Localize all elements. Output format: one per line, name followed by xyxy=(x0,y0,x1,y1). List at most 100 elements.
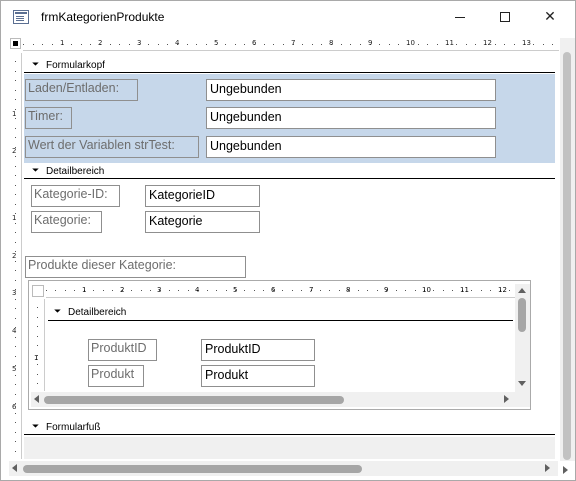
ruler-tick xyxy=(552,44,553,45)
title-bar[interactable]: frmKategorienProdukte ✕ xyxy=(1,1,575,34)
ruler-tick xyxy=(321,44,322,45)
variable-field[interactable]: Ungebunden xyxy=(206,136,496,158)
ruler-tick xyxy=(55,290,56,291)
ruler-tick xyxy=(37,383,38,384)
scroll-right-icon[interactable] xyxy=(504,395,509,403)
vertical-scroll-thumb[interactable] xyxy=(563,52,571,460)
ruler-tick xyxy=(235,44,236,45)
ruler-number: 6 xyxy=(252,39,257,47)
ruler-tick xyxy=(543,44,544,45)
close-button[interactable]: ✕ xyxy=(527,1,573,33)
ruler-tick xyxy=(466,44,467,45)
kategorie-id-field[interactable]: KategorieID xyxy=(145,185,260,207)
ruler-tick xyxy=(37,364,38,365)
maximize-button[interactable] xyxy=(482,1,528,33)
ruler-tick xyxy=(396,290,397,291)
produkt-label[interactable]: Produkt xyxy=(88,365,144,387)
produkt-field[interactable]: Produkt xyxy=(201,365,315,387)
vertical-scrollbar[interactable] xyxy=(560,38,575,461)
ruler-number: 1 xyxy=(34,354,39,362)
horizontal-scrollbar[interactable] xyxy=(9,461,558,476)
produkte-label[interactable]: Produkte dieser Kategorie: xyxy=(25,256,246,278)
ruler-tick xyxy=(65,290,66,291)
ruler-tick xyxy=(103,290,104,291)
horizontal-ruler[interactable]: 1 2 3 4 5 6 7 8 9 10 11 12 13 xyxy=(23,38,559,51)
ruler-number: 6 xyxy=(271,286,276,294)
minimize-icon xyxy=(455,16,465,18)
ruler-number: 5 xyxy=(12,365,17,373)
ruler-tick xyxy=(226,290,227,291)
timer-field[interactable]: Ungebunden xyxy=(206,107,496,129)
ruler-number: 10 xyxy=(406,39,415,47)
window-title: frmKategorienProdukte xyxy=(41,10,165,24)
variable-label[interactable]: Wert der Variablen strTest: xyxy=(25,136,199,158)
kategorie-label[interactable]: Kategorie: xyxy=(31,211,102,233)
scroll-up-icon[interactable] xyxy=(518,288,526,293)
scroll-right-icon[interactable] xyxy=(563,466,568,474)
ruler-tick xyxy=(23,44,24,45)
scroll-right-icon[interactable] xyxy=(545,464,550,472)
subform-vertical-scroll-thumb[interactable] xyxy=(518,298,526,332)
subform-section-bar-detailbereich[interactable]: ⏷ Detailbereich xyxy=(48,305,513,321)
ruler-tick xyxy=(329,290,330,291)
ruler-tick xyxy=(15,185,16,186)
produkt-id-field[interactable]: ProduktID xyxy=(201,339,315,361)
ruler-tick xyxy=(46,290,47,291)
timer-label[interactable]: Timer: xyxy=(25,107,72,129)
horizontal-scroll-thumb[interactable] xyxy=(23,465,362,473)
section-bar-formularfuss[interactable]: ⏷ Formularfuß xyxy=(24,420,555,435)
ruler-tick xyxy=(244,44,245,45)
ruler-tick xyxy=(15,204,16,205)
ruler-tick xyxy=(15,90,16,91)
ruler-tick xyxy=(15,375,16,376)
laden-entladen-label[interactable]: Laden/Entladen: xyxy=(25,79,138,101)
ruler-tick xyxy=(495,44,496,45)
subform-vertical-ruler[interactable]: 1 xyxy=(31,299,45,391)
section-arrow-icon: ⏷ xyxy=(32,422,40,432)
scroll-left-icon[interactable] xyxy=(12,464,17,472)
kategorie-id-label[interactable]: Kategorie-ID: xyxy=(31,185,120,207)
ruler-number: 3 xyxy=(12,289,17,297)
ruler-number: 12 xyxy=(498,286,507,294)
ruler-tick xyxy=(418,44,419,45)
ruler-number: 11 xyxy=(445,39,454,47)
minimize-button[interactable] xyxy=(437,1,483,33)
subform-horizontal-ruler[interactable]: 1 2 3 4 5 6 7 8 9 10 11 12 xyxy=(46,284,516,298)
scroll-down-icon[interactable] xyxy=(518,381,526,386)
subform-vertical-scrollbar[interactable] xyxy=(515,284,530,392)
ruler-tick xyxy=(15,71,16,72)
ruler-number: 5 xyxy=(214,39,219,47)
laden-entladen-field[interactable]: Ungebunden xyxy=(206,79,496,101)
ruler-number: 1 xyxy=(12,110,17,118)
subform-selector[interactable] xyxy=(32,285,44,297)
section-bar-formularkopf[interactable]: ⏷ Formularkopf xyxy=(24,58,555,73)
ruler-tick xyxy=(15,441,16,442)
ruler-tick xyxy=(339,290,340,291)
ruler-tick xyxy=(15,299,16,300)
section-arrow-icon: ⏷ xyxy=(32,60,40,70)
ruler-tick xyxy=(471,290,472,291)
ruler-tick xyxy=(377,290,378,291)
ruler-tick xyxy=(81,44,82,45)
ruler-number: 1 xyxy=(82,286,87,294)
ruler-tick xyxy=(15,175,16,176)
kategorie-field[interactable]: Kategorie xyxy=(145,211,260,233)
ruler-tick xyxy=(433,290,434,291)
ruler-tick xyxy=(42,44,43,45)
ruler-tick xyxy=(341,44,342,45)
vertical-ruler[interactable]: 1 2 1 2 3 4 5 6 xyxy=(9,53,22,459)
ruler-tick xyxy=(178,290,179,291)
produkt-id-label[interactable]: ProduktID xyxy=(88,339,157,361)
ruler-tick xyxy=(437,44,438,45)
subform-horizontal-scroll-thumb[interactable] xyxy=(44,396,344,404)
ruler-tick xyxy=(71,44,72,45)
produkte-subform[interactable]: 1 2 3 4 5 6 7 8 9 10 11 12 1 ⏷ Detailbereich Produk… xyxy=(28,280,531,410)
section-bar-detailbereich[interactable]: ⏷ Detailbereich xyxy=(24,164,555,179)
subform-horizontal-scrollbar[interactable] xyxy=(31,392,515,407)
scroll-left-icon[interactable] xyxy=(34,395,39,403)
footer-area[interactable] xyxy=(24,437,555,459)
ruler-tick xyxy=(207,290,208,291)
ruler-tick xyxy=(15,137,16,138)
ruler-number: 4 xyxy=(195,286,200,294)
form-selector[interactable] xyxy=(10,38,21,49)
